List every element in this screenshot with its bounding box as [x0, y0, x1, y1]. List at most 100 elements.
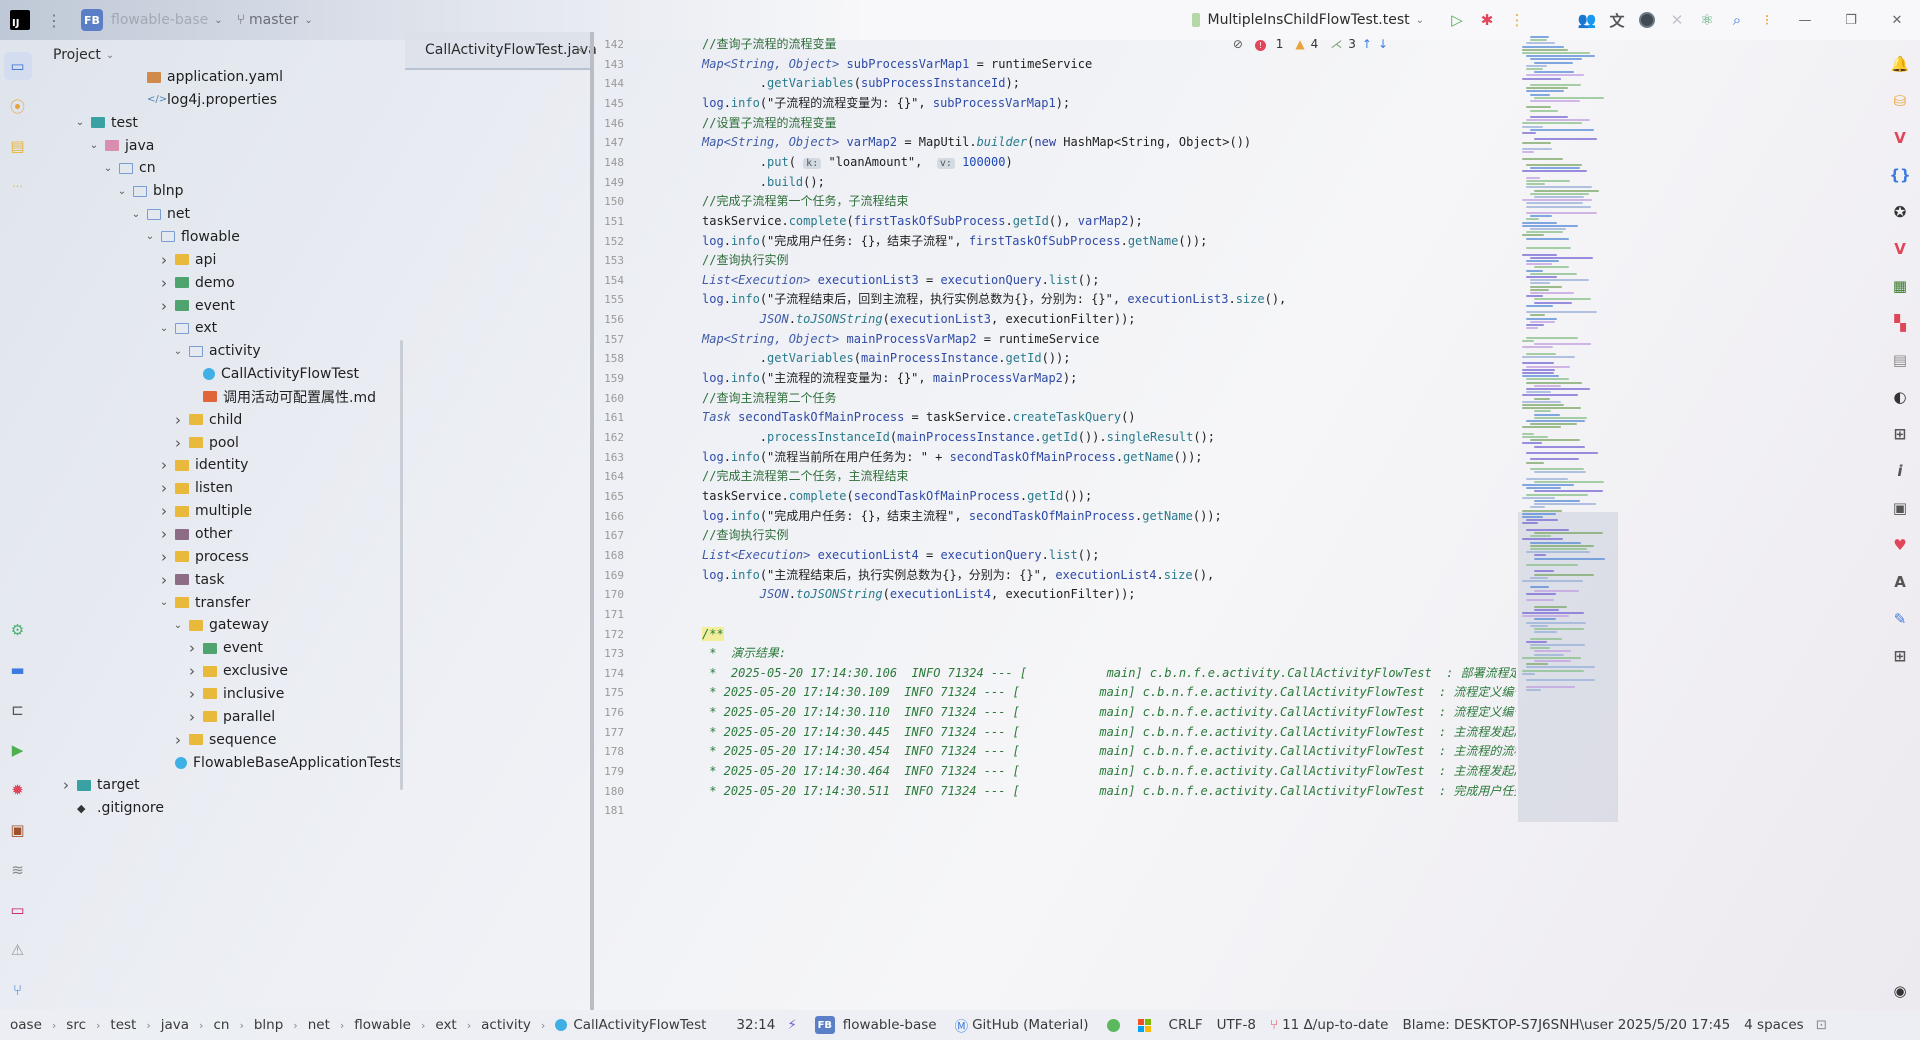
project-badge[interactable]: FB [81, 9, 103, 31]
git-icon[interactable]: ⑂ [4, 976, 32, 1004]
tree-item[interactable]: › identity [157, 454, 248, 476]
caret-position[interactable]: 32:14 [736, 1017, 775, 1033]
chevron-right-icon[interactable]: › [171, 434, 185, 452]
tree-item[interactable]: ⌄ transfer [157, 592, 251, 614]
settings-icon[interactable]: ⁝ [1752, 5, 1782, 35]
code-line[interactable]: log.info("子流程结束后，回到主流程，执行实例总数为{}，分别为: {}… [702, 290, 1286, 309]
code-line[interactable]: JSON.toJSONString(executionList4, execut… [702, 585, 1136, 604]
hierarchy-icon[interactable]: ⊞ [1887, 421, 1913, 447]
chevron-down-icon[interactable]: ⌄ [157, 323, 171, 334]
breadcrumb-item[interactable]: activity [481, 1017, 531, 1033]
breadcrumb-item[interactable]: test [110, 1017, 136, 1033]
chevron-right-icon[interactable]: › [157, 479, 171, 497]
database-tool-icon[interactable]: ⛁ [1887, 88, 1913, 114]
breadcrumb-item[interactable]: net [308, 1017, 330, 1033]
code-line[interactable]: //查询执行实例 [702, 251, 788, 270]
breadcrumb-item[interactable]: ext [435, 1017, 456, 1033]
code-line[interactable]: //完成主流程第二个任务，主流程结束 [702, 467, 908, 486]
theme-toggle-icon[interactable] [1632, 5, 1662, 35]
tree-item[interactable]: › inclusive [185, 683, 284, 705]
gradle-icon[interactable]: ▦ [1887, 273, 1913, 299]
project-view-icon[interactable]: ▭ [3, 52, 32, 80]
vue-icon[interactable]: V [1887, 125, 1913, 151]
code-line[interactable]: .put( k: "loanAmount", v: 100000) [702, 153, 1013, 172]
structure-tool-icon[interactable]: ⊞ [1887, 643, 1913, 669]
project-name[interactable]: flowable-base [111, 12, 208, 28]
chevron-right-icon[interactable]: › [185, 685, 199, 703]
tree-item[interactable]: ⌄ java [87, 135, 155, 157]
vcs-status[interactable]: ⑂ 11 Δ/up-to-date [1270, 1017, 1388, 1033]
github-icon[interactable]: ◉ [1887, 978, 1913, 1004]
chevron-right-icon[interactable]: › [157, 525, 171, 543]
tree-item[interactable]: CallActivityFlowTest [185, 363, 359, 385]
chevron-right-icon[interactable]: › [157, 274, 171, 292]
translation-icon[interactable]: A [1887, 569, 1913, 595]
tree-item[interactable]: › other [157, 523, 232, 545]
code-line[interactable]: Map<String, Object> varMap2 = MapUtil.bu… [702, 133, 1251, 152]
chevron-right-icon[interactable]: › [185, 639, 199, 657]
breadcrumb-item[interactable]: blnp [254, 1017, 283, 1033]
restore-icon[interactable]: ❐ [1828, 0, 1874, 40]
endpoints-icon[interactable]: ⊏ [4, 696, 32, 724]
tree-item[interactable]: › event [185, 637, 263, 659]
code-line[interactable]: .processInstanceId(mainProcessInstance.g… [702, 428, 1215, 447]
tree-item[interactable]: ⌄ flowable [143, 226, 240, 248]
branch-name[interactable]: master [249, 12, 298, 28]
chevron-down-icon[interactable]: ⌄ [304, 15, 312, 26]
code-line[interactable]: taskService.complete(secondTaskOfMainPro… [702, 487, 1092, 506]
run-tool-icon[interactable]: ▶ [4, 736, 32, 764]
code-line[interactable]: List<Execution> executionList4 = executi… [702, 546, 1099, 565]
tree-item[interactable]: application.yaml [129, 66, 283, 88]
code-line[interactable]: Map<String, Object> subProcessVarMap1 = … [702, 55, 1092, 74]
translate-icon[interactable]: 文 [1602, 5, 1632, 35]
run-icon[interactable]: ▷ [1442, 5, 1472, 35]
structure-icon[interactable]: ▤ [4, 132, 32, 160]
chevron-right-icon[interactable]: › [59, 776, 73, 794]
document-icon[interactable]: ▤ [1887, 347, 1913, 373]
project-status[interactable]: FB flowable-base [814, 1016, 937, 1034]
line-separator[interactable]: CRLF [1169, 1017, 1203, 1033]
tree-item[interactable]: › demo [157, 272, 235, 294]
layers-icon[interactable]: ≋ [4, 856, 32, 884]
chevron-down-icon[interactable]: ⌄ [157, 597, 171, 608]
code-line[interactable]: .getVariables(subProcessInstanceId); [702, 74, 1020, 93]
code-line[interactable]: log.info("主流程的流程变量为: {}", mainProcessVar… [702, 369, 1077, 388]
reader-mode-icon[interactable]: ⊘ [1233, 37, 1243, 51]
chevron-right-icon[interactable]: › [171, 731, 185, 749]
close-icon[interactable]: ✕ [1874, 0, 1920, 40]
messages-icon[interactable]: ▬ [4, 656, 32, 684]
tree-item[interactable]: FlowableBaseApplicationTests [157, 752, 402, 774]
commit-icon[interactable]: ⦿ [4, 92, 32, 120]
ide-logo-icon[interactable]: IJ [10, 10, 30, 30]
code-line[interactable]: * 2025-05-20 17:14:30.464 INFO 71324 ---… [702, 762, 1516, 781]
chevron-down-icon[interactable]: ⌄ [73, 117, 87, 128]
chevron-down-icon[interactable]: ⌄ [129, 209, 143, 220]
project-scrollbar[interactable] [400, 340, 403, 790]
breadcrumb-item[interactable]: src [66, 1017, 86, 1033]
services-icon[interactable]: ⚙ [4, 616, 32, 644]
tree-item[interactable]: 调用活动可配置属性.md [185, 386, 376, 408]
chevron-right-icon[interactable]: › [157, 456, 171, 474]
vue-devtools-icon[interactable]: V [1887, 236, 1913, 262]
chevron-right-icon[interactable]: › [157, 251, 171, 269]
tree-item[interactable]: › target [59, 774, 140, 796]
json-icon[interactable]: {} [1887, 162, 1913, 188]
tree-item[interactable]: ⌄ activity [171, 340, 261, 362]
close-tab-icon[interactable]: × [575, 43, 584, 56]
code-line[interactable]: log.info("流程当前所在用户任务为: " + secondTaskOfM… [702, 448, 1203, 467]
tree-item[interactable]: › sequence [171, 729, 276, 751]
chevron-down-icon[interactable]: ⌄ [115, 186, 129, 197]
tree-item[interactable]: </> log4j.properties [129, 89, 277, 111]
notifications-icon[interactable]: 🔔 [1887, 51, 1913, 77]
status-dot-icon[interactable] [1106, 1018, 1120, 1032]
breadcrumb-item[interactable]: oase [10, 1017, 42, 1033]
code-line[interactable]: //查询子流程的流程变量 [702, 35, 836, 54]
previous-highlight-icon[interactable]: ↑ [1362, 37, 1372, 51]
database-icon[interactable]: ▣ [4, 816, 32, 844]
code-line[interactable]: //查询执行实例 [702, 526, 788, 545]
code-line[interactable]: log.info("主流程结束后，执行实例总数为{}，分别为: {}", exe… [702, 566, 1214, 585]
code-line[interactable]: .build(); [702, 173, 825, 192]
tree-item[interactable]: › parallel [185, 706, 275, 728]
file-encoding[interactable]: UTF-8 [1217, 1017, 1256, 1033]
theme-widget[interactable]: Ⓜ GitHub (Material) [955, 1015, 1089, 1035]
